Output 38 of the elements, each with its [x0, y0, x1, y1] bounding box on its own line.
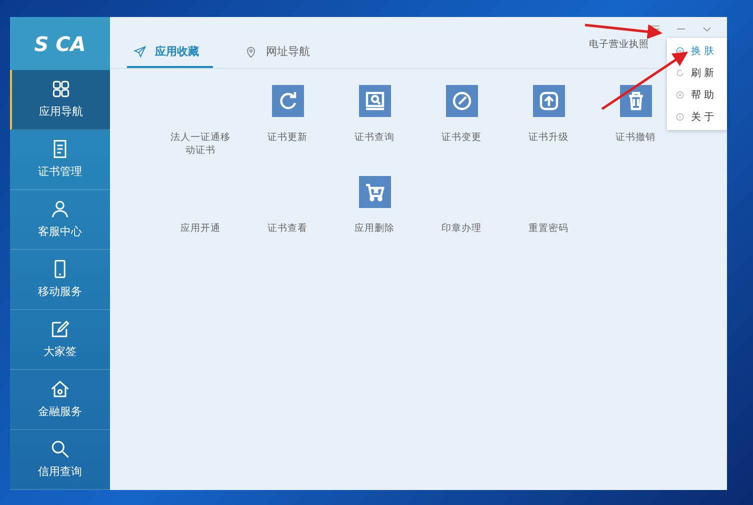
app-label[interactable]: 重置密码	[516, 222, 580, 235]
app-icon[interactable]	[272, 85, 304, 117]
app-icon[interactable]	[446, 85, 478, 117]
sidebar-item[interactable]: 信用查询	[10, 430, 110, 490]
app-label[interactable]: 证书更新	[256, 131, 320, 144]
menu-item[interactable]: 关 于	[667, 106, 727, 128]
app-label[interactable]: 证书查询	[342, 131, 406, 144]
app-label[interactable]: 印章办理	[430, 222, 494, 235]
app-label[interactable]: 法人一证通移动证书	[168, 131, 232, 158]
sidebar-item[interactable]: 证书管理	[10, 130, 110, 190]
refresh-icon	[675, 68, 685, 78]
sidebar-item[interactable]: 移动服务	[10, 250, 110, 310]
menu-item[interactable]: 刷 新	[667, 62, 727, 84]
tab[interactable]: 网址导航	[238, 38, 324, 68]
menu-item[interactable]: 帮 助	[667, 84, 727, 106]
tab[interactable]: 应用收藏	[127, 38, 213, 68]
app-icon[interactable]	[358, 85, 390, 117]
app-label[interactable]: 证书变更	[430, 131, 494, 144]
app-icon[interactable]	[532, 85, 564, 117]
app-icon[interactable]	[620, 85, 652, 117]
app-icon[interactable]	[358, 176, 390, 208]
app-label[interactable]: 证书撤销	[604, 131, 668, 144]
sidebar-item[interactable]: 大家签	[10, 310, 110, 370]
sidebar-item[interactable]: 金融服务	[10, 370, 110, 430]
app-label[interactable]: 应用删除	[342, 222, 406, 235]
send-icon	[133, 45, 147, 59]
sidebar-item[interactable]: 客服中心	[10, 190, 110, 250]
info-icon	[675, 112, 685, 122]
app-label[interactable]: 证书查看	[256, 222, 320, 235]
app-label[interactable]: 应用开通	[168, 222, 232, 235]
sidebar-item[interactable]: 应用导航	[10, 70, 110, 130]
location-pin-icon	[244, 45, 258, 59]
person-icon	[49, 198, 71, 220]
header-text: 电子营业执照	[589, 38, 649, 52]
logo-text: S CA	[10, 17, 110, 70]
search-icon	[49, 438, 71, 460]
menu-item[interactable]: 换 肤	[667, 40, 727, 62]
app-label[interactable]: 证书升级	[516, 131, 580, 144]
